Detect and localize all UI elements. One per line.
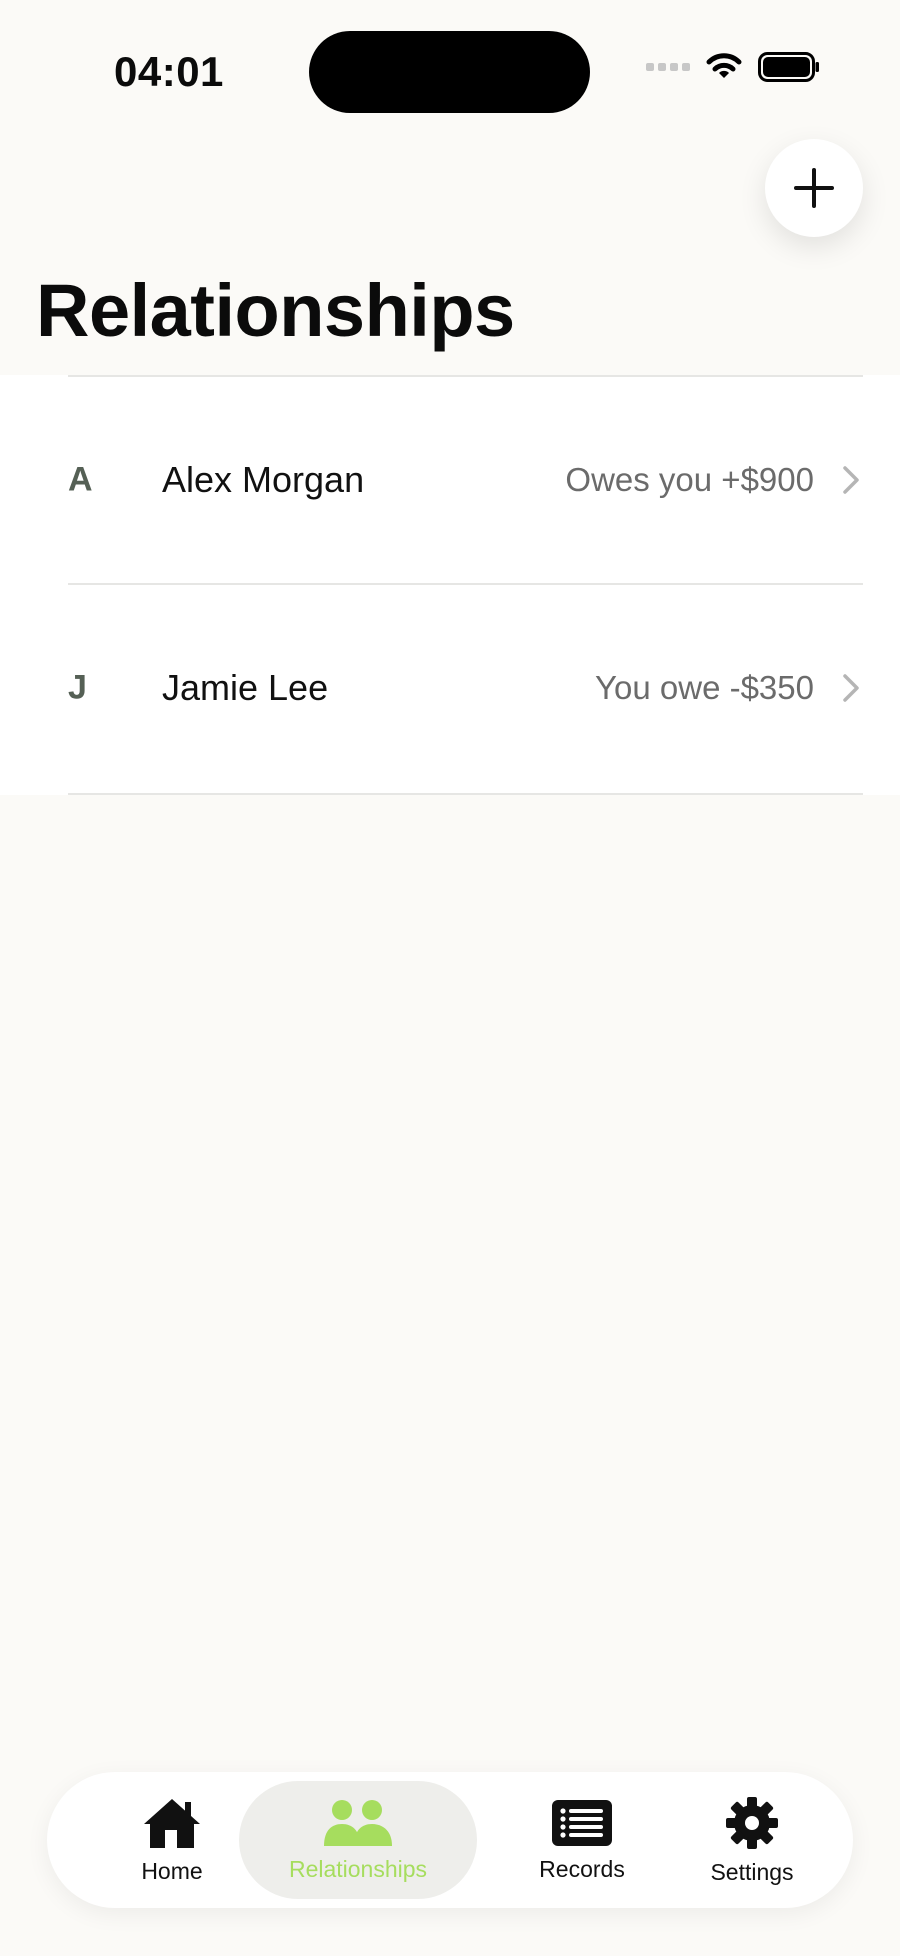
- plus-icon: [794, 168, 834, 208]
- tab-label: Relationships: [288, 1855, 428, 1882]
- relationships-screen: 04:01 Relationships A Alex Morgan Owes y…: [0, 0, 900, 1956]
- list-icon: [552, 1799, 612, 1846]
- tab-label: Records: [539, 1855, 625, 1882]
- dynamic-island: [309, 31, 590, 113]
- relationship-row-jamie-lee[interactable]: J Jamie Lee You owe -$350: [0, 585, 900, 791]
- status-time: 04:01: [114, 48, 224, 95]
- wifi-icon: [706, 53, 742, 78]
- battery-icon: [758, 52, 819, 82]
- chevron-right-icon: [843, 466, 859, 494]
- tab-settings[interactable]: Settings: [677, 1772, 827, 1908]
- tab-label: Home: [141, 1857, 203, 1884]
- tab-bar: Home Relationships Records Settings: [47, 1772, 853, 1908]
- page-title: Relationships: [36, 269, 515, 352]
- contact-name: Alex Morgan: [162, 459, 365, 500]
- cellular-signal-icon: [646, 63, 690, 71]
- chevron-right-icon: [843, 674, 859, 702]
- tab-relationships[interactable]: Relationships: [239, 1772, 477, 1908]
- house-icon: [144, 1798, 200, 1848]
- relationships-list: A Alex Morgan Owes you +$900 J Jamie Lee…: [0, 375, 900, 795]
- add-relationship-button[interactable]: [765, 139, 863, 237]
- contact-name: Jamie Lee: [162, 667, 329, 708]
- avatar-initial: A: [68, 460, 93, 499]
- tab-records[interactable]: Records: [507, 1772, 657, 1908]
- tab-home[interactable]: Home: [97, 1772, 247, 1908]
- tab-label: Settings: [710, 1858, 794, 1885]
- avatar-initial: J: [68, 668, 87, 707]
- gear-icon: [726, 1796, 778, 1849]
- status-icons: [646, 52, 820, 82]
- divider: [68, 793, 863, 795]
- balance-text: You owe -$350: [595, 669, 814, 706]
- relationship-row-alex-morgan[interactable]: A Alex Morgan Owes you +$900: [0, 377, 900, 583]
- balance-text: Owes you +$900: [565, 461, 814, 498]
- people-icon: [324, 1799, 392, 1846]
